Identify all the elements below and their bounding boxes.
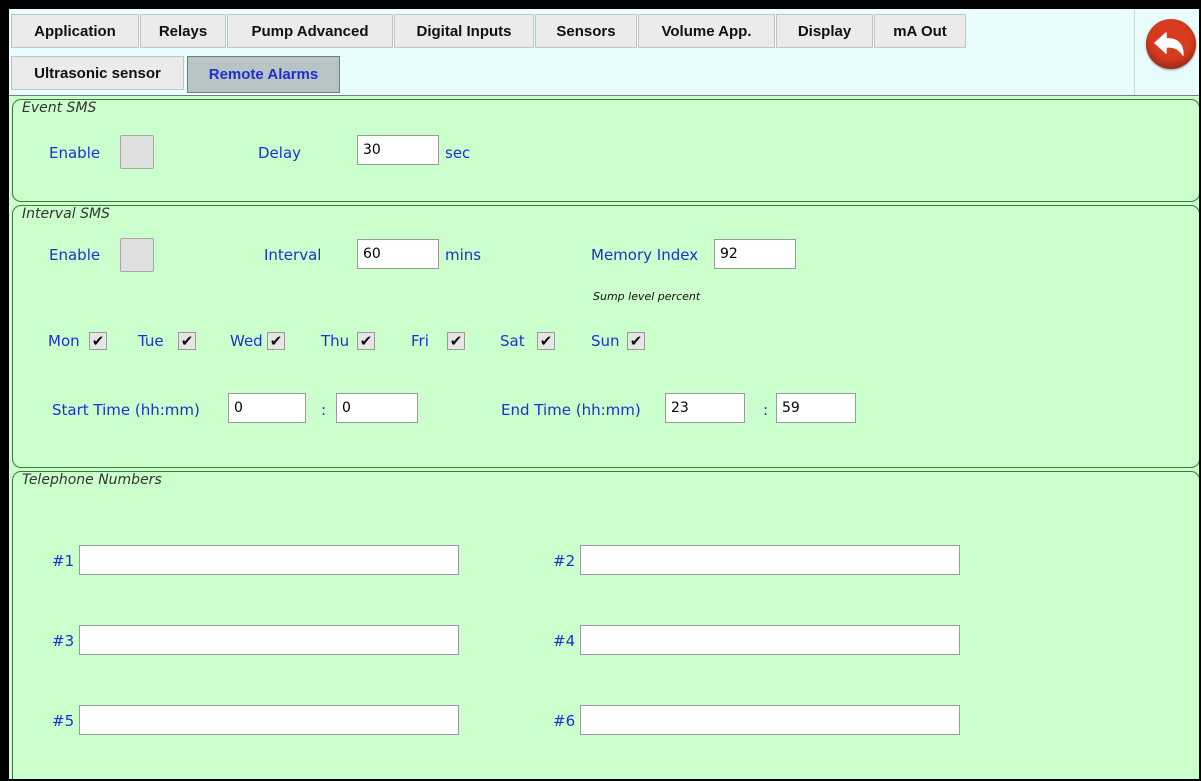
day-label-wed: Wed [230,332,263,350]
phone-label-5: #5 [52,712,75,730]
interval-input[interactable] [357,239,439,269]
delay-label: Delay [258,144,302,162]
tab-digital-inputs[interactable]: Digital Inputs [394,14,534,48]
interval-enable-label: Enable [49,246,101,264]
group-title: Interval SMS [22,206,110,222]
event-enable-label: Enable [49,144,101,162]
tab-display[interactable]: Display [776,14,873,48]
tab-bar: Application Relays Pump Advanced Digital… [9,9,1134,95]
phone-input-3[interactable] [79,625,459,655]
group-title: Telephone Numbers [22,472,162,488]
interval-unit: mins [445,246,482,264]
day-checkbox-sun[interactable]: ✔ [627,332,645,350]
tab-remote-alarms[interactable]: Remote Alarms [187,56,340,93]
memory-index-input[interactable] [714,239,796,269]
start-time-label: Start Time (hh:mm) [52,401,200,419]
phone-input-6[interactable] [580,705,960,735]
day-label-tue: Tue [138,332,164,350]
day-label-sun: Sun [591,332,620,350]
day-checkbox-wed[interactable]: ✔ [267,332,285,350]
phone-input-1[interactable] [79,545,459,575]
day-checkbox-sat[interactable]: ✔ [537,332,555,350]
delay-input[interactable] [357,135,439,165]
phone-input-5[interactable] [79,705,459,735]
group-title: Event SMS [22,100,97,116]
start-hour-input[interactable] [228,393,306,423]
phone-label-4: #4 [553,632,576,650]
memory-index-label: Memory Index [591,246,699,264]
tab-sensors[interactable]: Sensors [535,14,637,48]
day-label-thu: Thu [321,332,350,350]
interval-enable-checkbox[interactable] [120,238,154,272]
day-label-fri: Fri [411,332,429,350]
event-enable-checkbox[interactable] [120,135,154,169]
back-arrow-icon [1154,32,1184,56]
event-sms-group: Event SMS Enable Delay sec [12,99,1199,202]
phone-label-3: #3 [52,632,75,650]
end-time-separator: : [763,401,769,419]
start-minute-input[interactable] [336,393,418,423]
day-checkbox-mon[interactable]: ✔ [89,332,107,350]
day-label-mon: Mon [48,332,80,350]
phone-label-1: #1 [52,552,75,570]
phone-input-4[interactable] [580,625,960,655]
end-minute-input[interactable] [776,393,856,423]
settings-window: Application Relays Pump Advanced Digital… [9,9,1199,779]
tab-relays[interactable]: Relays [140,14,226,48]
phone-label-6: #6 [553,712,576,730]
end-time-label: End Time (hh:mm) [501,401,641,419]
phone-input-2[interactable] [580,545,960,575]
end-hour-input[interactable] [665,393,745,423]
telephone-numbers-group: Telephone Numbers #1 #2 #3 #4 #5 #6 [12,471,1199,779]
phone-label-2: #2 [553,552,576,570]
tab-ultrasonic-sensor[interactable]: Ultrasonic sensor [11,56,184,90]
delay-unit: sec [445,144,471,162]
tab-ma-out[interactable]: mA Out [874,14,966,48]
memory-index-note: Sump level percent [593,290,701,303]
interval-label: Interval [264,246,322,264]
tab-application[interactable]: Application [11,14,139,48]
interval-sms-group: Interval SMS Enable Interval mins Memory… [12,205,1199,468]
remote-alarms-panel: Event SMS Enable Delay sec Interval SMS … [9,95,1199,779]
day-checkbox-tue[interactable]: ✔ [178,332,196,350]
back-button[interactable] [1146,19,1196,69]
day-checkbox-thu[interactable]: ✔ [357,332,375,350]
start-time-separator: : [321,401,327,419]
tab-volume-app[interactable]: Volume App. [638,14,775,48]
day-checkbox-fri[interactable]: ✔ [447,332,465,350]
tab-pump-advanced[interactable]: Pump Advanced [227,14,393,48]
day-label-sat: Sat [500,332,525,350]
tab-bar-divider [1134,9,1135,95]
